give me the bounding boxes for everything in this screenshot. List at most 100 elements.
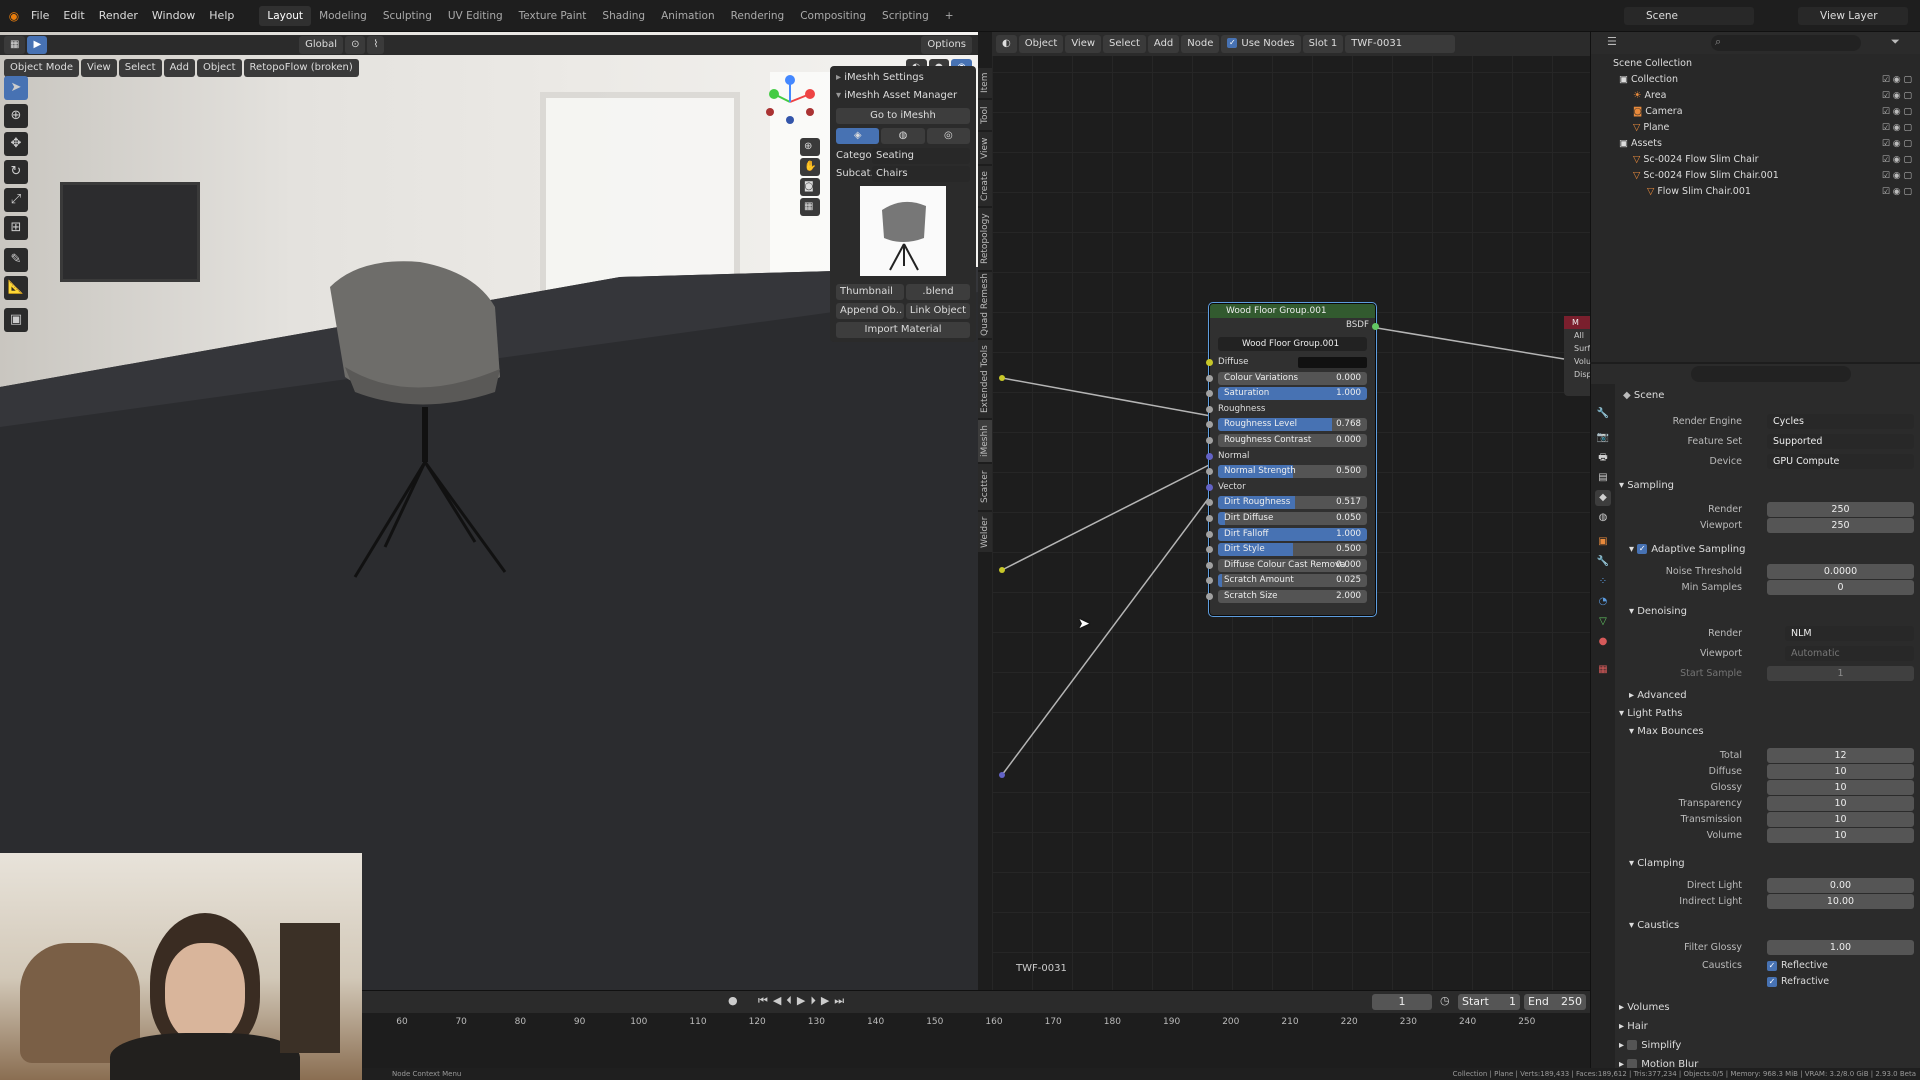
- link-object-button[interactable]: Link Object: [906, 303, 970, 319]
- sampling-panel-header[interactable]: ▾ Sampling: [1619, 478, 1674, 494]
- node-input-row[interactable]: Scratch Size 2.000: [1206, 589, 1375, 604]
- pivot-dropdown[interactable]: ⊙: [345, 36, 366, 54]
- side-tab-retopology[interactable]: Retopology: [978, 208, 992, 270]
- side-tab-imeshh[interactable]: iMeshh: [978, 420, 992, 462]
- bounce-field[interactable]: 10: [1767, 828, 1914, 843]
- bounce-field[interactable]: 10: [1767, 764, 1914, 779]
- node-input-socket[interactable]: [1206, 468, 1213, 476]
- node-input-row[interactable]: Normal Strength 0.500: [1206, 464, 1375, 479]
- advanced-header[interactable]: ▸ Advanced: [1629, 688, 1687, 704]
- asset-thumbnail[interactable]: [860, 186, 946, 276]
- object-tab-icon[interactable]: ▣: [1595, 534, 1611, 550]
- visibility-toggle-icons[interactable]: ☑ ◉ ▢: [1882, 152, 1912, 168]
- material-tab-icon[interactable]: ●: [1595, 634, 1611, 650]
- side-tab-welder[interactable]: Welder: [978, 512, 992, 552]
- world-tab-icon[interactable]: ◍: [1595, 510, 1611, 526]
- node-value-slider[interactable]: Normal Strength 0.500: [1218, 465, 1367, 479]
- zoom-icon[interactable]: ⊕: [800, 138, 820, 156]
- visibility-toggle-icons[interactable]: ☑ ◉ ▢: [1882, 88, 1912, 104]
- orientation-dropdown[interactable]: Global: [299, 36, 344, 54]
- node-value-slider[interactable]: Dirt Falloff 1.000: [1218, 527, 1367, 541]
- modifier-tab-icon[interactable]: 🔧: [1595, 554, 1611, 570]
- pan-hand-icon[interactable]: ✋: [800, 158, 820, 176]
- outliner-item[interactable]: ▣ Collection ☑ ◉ ▢: [1591, 72, 1920, 88]
- node-value-slider[interactable]: Dirt Style 0.500: [1218, 543, 1367, 557]
- outliner-search-input[interactable]: [1711, 35, 1861, 51]
- camera-view-icon[interactable]: ◙: [800, 178, 820, 196]
- scene-tab-icon[interactable]: ◆: [1595, 490, 1611, 506]
- imeshh-manager-header[interactable]: ▾ iMeshh Asset Manager: [836, 88, 970, 104]
- material-mode-icon[interactable]: ◍: [881, 128, 925, 144]
- grid-view-icon[interactable]: ▦: [800, 198, 820, 216]
- subcategory-dropdown[interactable]: Chairs: [872, 166, 970, 182]
- min-samples-field[interactable]: 0: [1767, 580, 1914, 595]
- node-input-row[interactable]: Dirt Falloff 1.000: [1206, 527, 1375, 542]
- bounce-field[interactable]: 10: [1767, 796, 1914, 811]
- outliner-item[interactable]: ▽ Sc-0024 Flow Slim Chair ☑ ◉ ▢: [1591, 152, 1920, 168]
- node-input-row[interactable]: Diffuse Colour Cast Remova 0.000: [1206, 558, 1375, 573]
- tab-texture-paint[interactable]: Texture Paint: [511, 6, 595, 26]
- tab-shading[interactable]: Shading: [594, 6, 653, 26]
- editor-type-button[interactable]: ▦: [4, 36, 26, 54]
- scene-collection-row[interactable]: Scene Collection: [1591, 56, 1920, 72]
- bounce-field[interactable]: 12: [1767, 748, 1914, 763]
- 3d-viewport[interactable]: ▦ ▶ Global ⊙ ⌇ Options Object Mode View …: [0, 32, 978, 990]
- particles-tab-icon[interactable]: ⁘: [1595, 574, 1611, 590]
- node-input-socket[interactable]: [1206, 405, 1213, 413]
- direct-light-field[interactable]: 0.00: [1767, 878, 1914, 893]
- visibility-toggle-icons[interactable]: ☑ ◉ ▢: [1882, 104, 1912, 120]
- tab-scripting[interactable]: Scripting: [874, 6, 937, 26]
- filter-icon[interactable]: ⏷: [1891, 35, 1900, 49]
- simplify-header[interactable]: ▸ Simplify: [1619, 1038, 1681, 1054]
- visibility-toggle-icons[interactable]: ☑ ◉ ▢: [1882, 120, 1912, 136]
- outliner-item[interactable]: ▽ Plane ☑ ◉ ▢: [1591, 120, 1920, 136]
- tab-modeling[interactable]: Modeling: [311, 6, 375, 26]
- side-tab-extended-tools[interactable]: Extended Tools: [978, 340, 992, 418]
- side-tab-item[interactable]: Item: [978, 68, 992, 98]
- current-frame-field[interactable]: 1: [1372, 994, 1432, 1010]
- tab-rendering[interactable]: Rendering: [723, 6, 793, 26]
- bsdf-output-socket[interactable]: [1372, 323, 1379, 330]
- imeshh-settings-header[interactable]: ▸ iMeshh Settings: [836, 70, 970, 86]
- hair-header[interactable]: ▸ Hair: [1619, 1019, 1648, 1035]
- cursor-tool-icon[interactable]: ⊕: [4, 104, 28, 128]
- tool-tab-icon[interactable]: 🔧: [1595, 406, 1611, 422]
- node-input-row[interactable]: Vector: [1206, 480, 1375, 495]
- start-sample-field[interactable]: 1: [1767, 666, 1914, 681]
- diffuse-color-swatch[interactable]: [1298, 357, 1367, 368]
- retopoflow-dropdown[interactable]: RetopoFlow (broken): [243, 59, 359, 77]
- node-input-socket[interactable]: [1206, 374, 1213, 382]
- outliner-item[interactable]: ▽ Sc-0024 Flow Slim Chair.001 ☑ ◉ ▢: [1591, 168, 1920, 184]
- add-cube-tool-icon[interactable]: ▣: [4, 308, 28, 332]
- node-input-row[interactable]: Dirt Style 0.500: [1206, 542, 1375, 557]
- properties-search-input[interactable]: [1691, 366, 1851, 382]
- scene-selector[interactable]: Scene: [1624, 7, 1754, 25]
- node-input-socket[interactable]: [1206, 359, 1213, 366]
- node-input-socket[interactable]: [1206, 452, 1213, 460]
- menu-help[interactable]: Help: [202, 6, 241, 26]
- node-input-socket[interactable]: [1206, 483, 1213, 491]
- menu-window[interactable]: Window: [145, 6, 202, 26]
- append-object-button[interactable]: Append Ob..: [836, 303, 904, 319]
- outliner-item[interactable]: ☀ Area ☑ ◉ ▢: [1591, 88, 1920, 104]
- side-tab-view[interactable]: View: [978, 132, 992, 164]
- navigation-gizmo[interactable]: [760, 72, 820, 132]
- node-value-slider[interactable]: Saturation 1.000: [1218, 387, 1367, 401]
- denoise-viewport-dropdown[interactable]: Automatic: [1785, 646, 1914, 661]
- snap-toggle[interactable]: ⌇: [367, 36, 385, 54]
- view-layer-tab-icon[interactable]: ▤: [1595, 470, 1611, 486]
- end-frame-field[interactable]: End 250: [1524, 994, 1586, 1010]
- node-value-slider[interactable]: Colour Variations 0.000: [1218, 371, 1367, 385]
- indirect-light-field[interactable]: 10.00: [1767, 894, 1914, 909]
- caustics-header[interactable]: ▾ Caustics: [1629, 918, 1679, 934]
- adaptive-sampling-header[interactable]: ▾ ✓ Adaptive Sampling: [1629, 542, 1745, 558]
- node-input-row[interactable]: Roughness Level 0.768: [1206, 417, 1375, 432]
- visibility-toggle-icons[interactable]: ☑ ◉ ▢: [1882, 72, 1912, 88]
- node-value-slider[interactable]: Dirt Diffuse 0.050: [1218, 512, 1367, 525]
- node-input-socket[interactable]: [1206, 577, 1213, 585]
- menu-render[interactable]: Render: [92, 6, 145, 26]
- visibility-toggle-icons[interactable]: ☑ ◉ ▢: [1882, 168, 1912, 184]
- node-input-row[interactable]: Roughness Contrast 0.000: [1206, 433, 1375, 448]
- node-input-socket[interactable]: [1206, 561, 1213, 569]
- node-header[interactable]: Wood Floor Group.001: [1210, 304, 1375, 318]
